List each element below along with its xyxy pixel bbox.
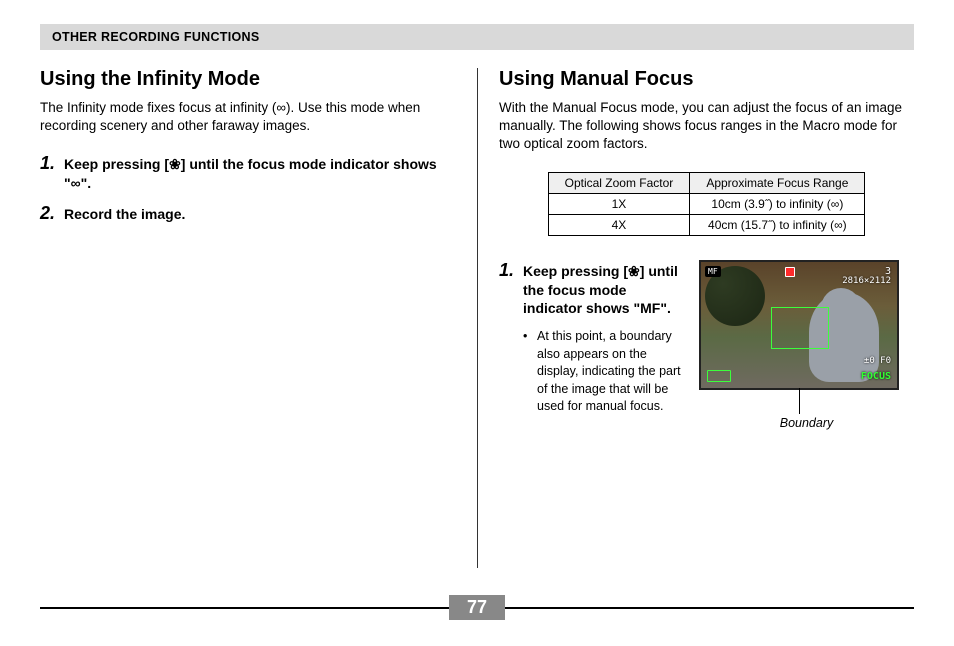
step-text: Keep pressing [❀] until the focus mode i… xyxy=(523,260,689,416)
left-step-2: 2. Record the image. xyxy=(40,203,455,224)
flower-icon: ❀ xyxy=(628,263,640,279)
column-separator xyxy=(477,68,478,568)
bullet-dot: • xyxy=(523,328,537,416)
boundary-caption: Boundary xyxy=(699,416,914,430)
table-header: Optical Zoom Factor xyxy=(548,172,690,193)
table-row: 1X 10cm (3.9˝) to infinity (∞) xyxy=(548,193,865,214)
step-number: 1. xyxy=(499,260,523,281)
right-intro: With the Manual Focus mode, you can adju… xyxy=(499,99,914,154)
focus-label: FOCUS xyxy=(861,371,891,382)
right-column: Using Manual Focus With the Manual Focus… xyxy=(477,60,914,430)
left-intro: The Infinity mode fixes focus at infinit… xyxy=(40,99,455,135)
step-text: Keep pressing [❀] until the focus mode i… xyxy=(64,153,455,193)
table-header: Approximate Focus Range xyxy=(690,172,865,193)
step-text: Record the image. xyxy=(64,203,185,224)
battery-icon xyxy=(707,370,731,382)
step-number: 1. xyxy=(40,153,64,174)
record-icon xyxy=(785,267,795,277)
step-number: 2. xyxy=(40,203,64,224)
footer-rule xyxy=(505,607,914,609)
table-row: 4X 40cm (15.7˝) to infinity (∞) xyxy=(548,214,865,235)
ev-readout: ±0 F0 xyxy=(864,356,891,366)
section-header-text: OTHER RECORDING FUNCTIONS xyxy=(52,30,260,44)
step-bullet: • At this point, a boundary also appears… xyxy=(523,328,689,416)
page-number: 77 xyxy=(449,595,505,620)
lcd-display-illustration: MF 3 2816×2112 ±0 F0 FOCUS xyxy=(699,260,899,390)
focus-boundary-box xyxy=(771,307,829,349)
right-title: Using Manual Focus xyxy=(499,68,914,91)
right-step-1: 1. Keep pressing [❀] until the focus mod… xyxy=(499,260,689,416)
mf-indicator: MF xyxy=(705,266,721,277)
flower-icon: ❀ xyxy=(169,156,181,172)
left-column: Using the Infinity Mode The Infinity mod… xyxy=(40,60,477,430)
page-footer: 77 xyxy=(40,595,914,620)
left-step-1: 1. Keep pressing [❀] until the focus mod… xyxy=(40,153,455,193)
footer-rule xyxy=(40,607,449,609)
resolution-label: 2816×2112 xyxy=(842,276,891,286)
focus-range-table: Optical Zoom Factor Approximate Focus Ra… xyxy=(548,172,866,236)
callout-line xyxy=(799,388,800,414)
section-header: OTHER RECORDING FUNCTIONS xyxy=(40,24,914,50)
left-title: Using the Infinity Mode xyxy=(40,68,455,91)
